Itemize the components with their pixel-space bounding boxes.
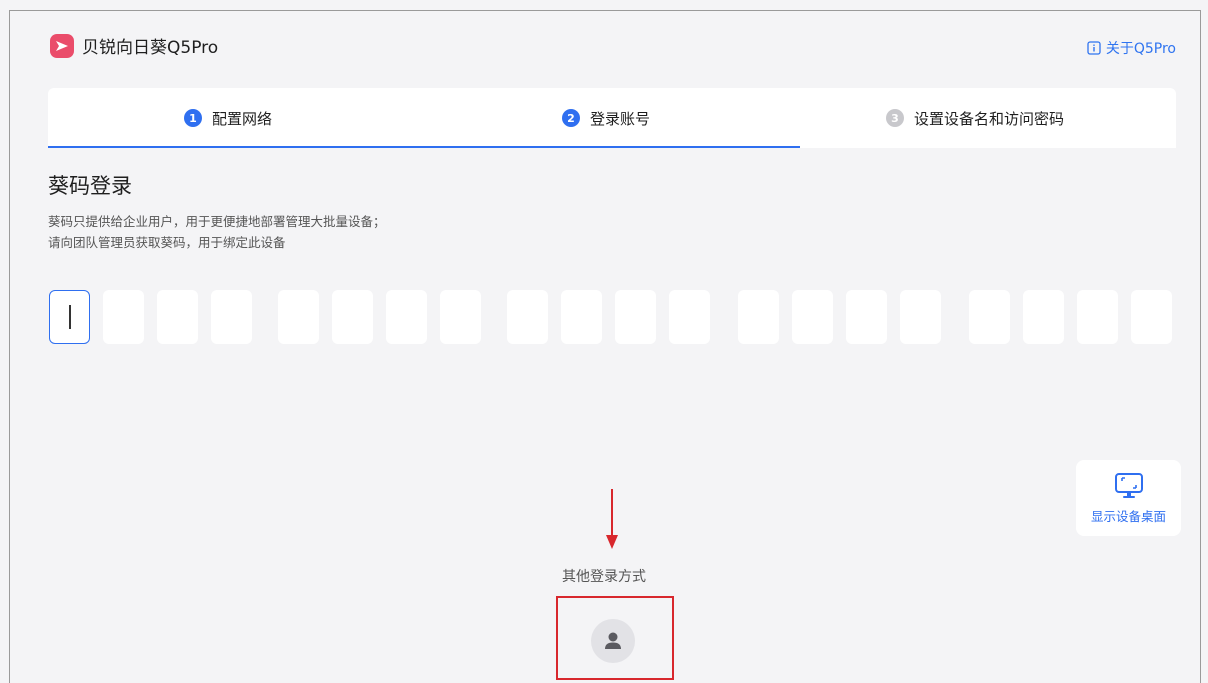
code-digit-box[interactable] xyxy=(900,290,941,344)
code-digit-box[interactable] xyxy=(278,290,319,344)
show-device-desktop-label: 显示设备桌面 xyxy=(1090,508,1166,524)
code-digit-box[interactable] xyxy=(1077,290,1118,344)
step-label: 配置网络 xyxy=(212,109,273,128)
code-digit-box[interactable] xyxy=(386,290,427,344)
code-digit-box[interactable] xyxy=(507,290,548,344)
page-title: 葵码登录 xyxy=(48,174,132,198)
code-digit-box[interactable] xyxy=(332,290,373,344)
app-title: 贝锐向日葵Q5Pro xyxy=(82,38,219,58)
code-digit-box[interactable] xyxy=(103,290,144,344)
info-icon xyxy=(1087,41,1101,55)
code-digit-box[interactable] xyxy=(49,290,90,344)
step-label: 登录账号 xyxy=(590,109,651,128)
user-icon xyxy=(605,632,621,649)
annotation-arrow xyxy=(606,489,618,549)
description-line-1: 葵码只提供给企业用户，用于更便捷地部署管理大批量设备； xyxy=(48,214,386,229)
text-cursor xyxy=(69,305,71,329)
code-digit-box[interactable] xyxy=(157,290,198,344)
setup-steps: 1 配置网络 2 登录账号 3 设置设备名和访问密码 xyxy=(48,88,1176,148)
account-login-button[interactable] xyxy=(591,619,635,663)
code-digit-box[interactable] xyxy=(969,290,1010,344)
code-digit-box[interactable] xyxy=(440,290,481,344)
code-digit-box[interactable] xyxy=(1023,290,1064,344)
code-digit-box[interactable] xyxy=(792,290,833,344)
description-line-2: 请向团队管理员获取葵码，用于绑定此设备 xyxy=(48,235,286,250)
code-digit-box[interactable] xyxy=(738,290,779,344)
monitor-icon xyxy=(1114,472,1143,498)
about-label: 关于Q5Pro xyxy=(1105,41,1176,57)
app-logo-icon xyxy=(50,33,74,58)
step-login-account[interactable]: 2 登录账号 xyxy=(562,88,650,148)
code-digit-box[interactable] xyxy=(615,290,656,344)
code-digit-box[interactable] xyxy=(846,290,887,344)
step-label: 设置设备名和访问密码 xyxy=(914,109,1065,128)
step-number: 1 xyxy=(184,109,202,127)
about-link[interactable]: 关于Q5Pro xyxy=(1087,38,1176,58)
step-number: 2 xyxy=(562,109,580,127)
code-digit-box[interactable] xyxy=(211,290,252,344)
show-device-desktop-button[interactable]: 显示设备桌面 xyxy=(1076,460,1181,536)
step-configure-network[interactable]: 1 配置网络 xyxy=(184,88,272,148)
step-number: 3 xyxy=(886,109,904,127)
code-digit-box[interactable] xyxy=(1131,290,1172,344)
step-progress-bar xyxy=(48,146,800,148)
other-login-methods-label: 其他登录方式 xyxy=(562,569,646,585)
code-digit-box[interactable] xyxy=(561,290,602,344)
app-header: 贝锐向日葵Q5Pro xyxy=(50,33,218,58)
code-digit-box[interactable] xyxy=(669,290,710,344)
step-device-name-password[interactable]: 3 设置设备名和访问密码 xyxy=(886,88,1064,148)
